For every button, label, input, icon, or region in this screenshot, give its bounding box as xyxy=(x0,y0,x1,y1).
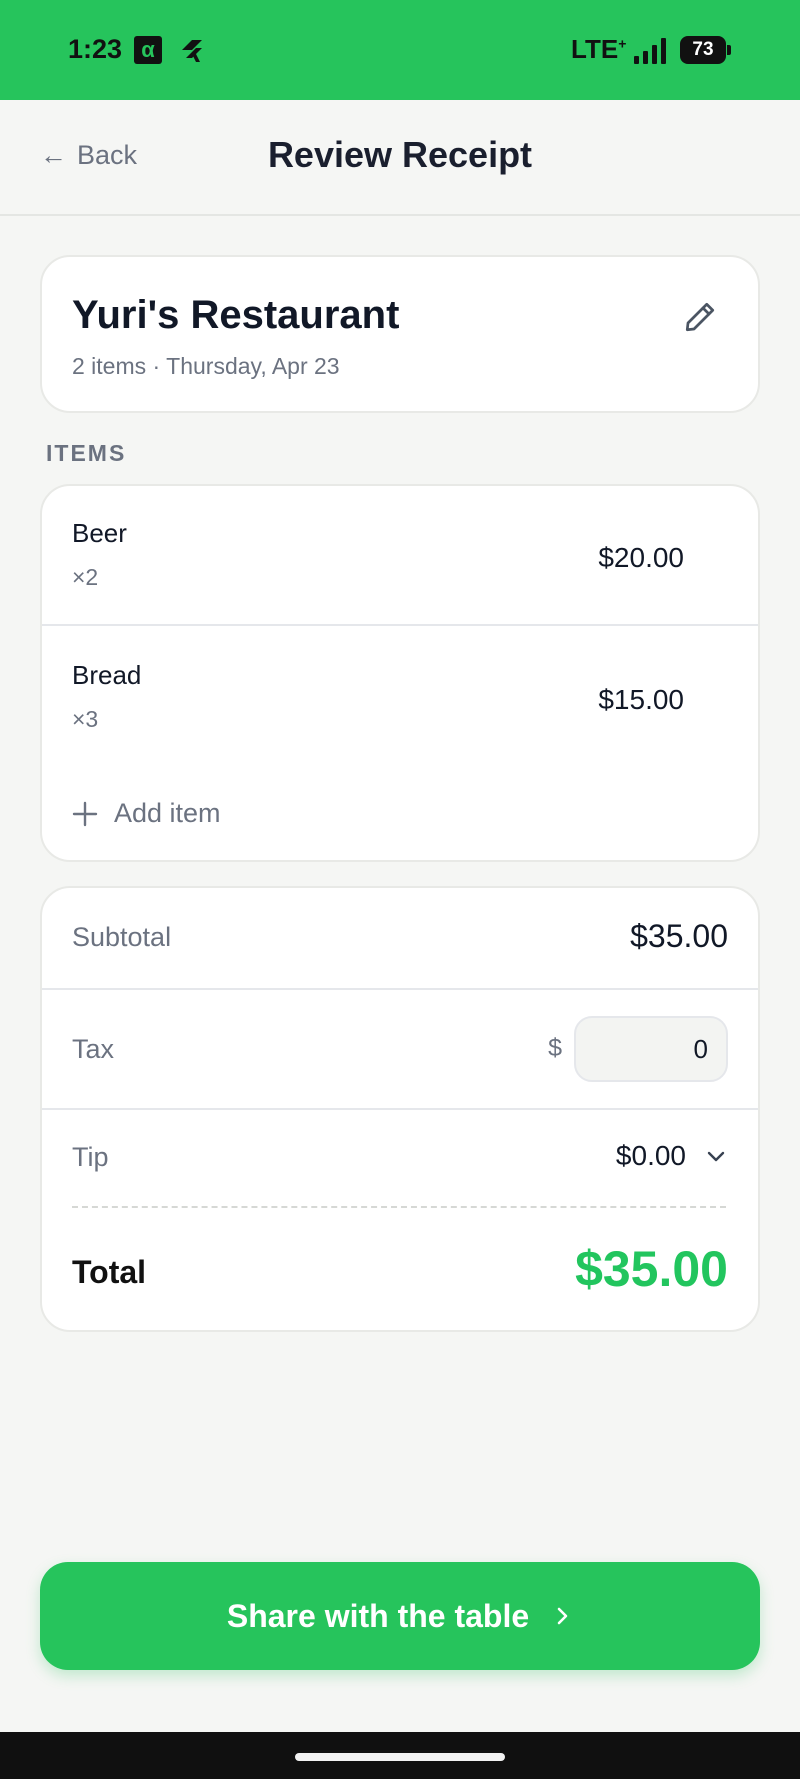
tip-dropdown[interactable]: $0.00 xyxy=(616,1140,728,1172)
items-card: Beer ×2 $20.00 Bread ×3 $15.00 Add item xyxy=(40,484,760,862)
status-bar: 1:23 α LTE+ 73 xyxy=(0,0,800,100)
tip-label: Tip xyxy=(72,1142,109,1172)
item-price: $15.00 xyxy=(598,684,684,715)
app-icon xyxy=(182,40,202,62)
chevron-right-icon xyxy=(557,1607,568,1625)
total-label: Total xyxy=(72,1254,147,1290)
tip-row: Tip $0.00 xyxy=(42,1112,758,1210)
items-section-label: ITEMS xyxy=(46,440,127,466)
tip-value: $0.00 xyxy=(615,1140,686,1171)
subtotal-row: Subtotal $35.00 xyxy=(42,888,758,990)
nav-bar: ← Back Review Receipt xyxy=(0,100,800,216)
item-quantity: ×3 xyxy=(72,706,99,732)
tax-currency-symbol: $ xyxy=(548,1034,562,1062)
totals-card: Subtotal $35.00 Tax $ Tip $0.00 Total $3… xyxy=(40,886,760,1332)
network-label: LTE+ xyxy=(571,34,627,64)
plus-icon xyxy=(72,801,98,826)
tax-label: Tax xyxy=(72,1034,115,1064)
page-title: Review Receipt xyxy=(267,134,533,175)
chevron-down-icon xyxy=(707,1151,725,1162)
receipt-header-card: Yuri's Restaurant 2 items · Thursday, Ap… xyxy=(40,255,760,413)
signal-icon xyxy=(634,38,666,64)
list-item[interactable]: Bread ×3 $15.00 xyxy=(42,628,758,768)
subtotal-value: $35.00 xyxy=(630,918,728,954)
total-value: $35.00 xyxy=(575,1241,728,1297)
item-price: $20.00 xyxy=(598,542,684,573)
tax-input[interactable] xyxy=(574,1016,728,1082)
battery-icon: 73 xyxy=(680,36,732,64)
edit-pencil-icon[interactable] xyxy=(682,299,718,335)
receipt-meta: 2 items · Thursday, Apr 23 xyxy=(72,353,340,379)
status-time: 1:23 xyxy=(68,34,123,64)
item-name: Bread xyxy=(72,660,142,690)
subtotal-label: Subtotal xyxy=(72,922,172,952)
battery-level: 73 xyxy=(680,36,726,64)
tax-row: Tax $ xyxy=(42,992,758,1110)
share-button-label: Share with the table xyxy=(226,1597,530,1634)
divider xyxy=(72,1206,726,1208)
restaurant-name: Yuri's Restaurant xyxy=(72,293,400,337)
share-with-table-button[interactable]: Share with the table xyxy=(40,1562,760,1670)
list-item[interactable]: Beer ×2 $20.00 xyxy=(42,486,758,626)
item-quantity: ×2 xyxy=(72,564,99,590)
add-item-button[interactable]: Add item xyxy=(72,798,221,829)
alpha-icon: α xyxy=(134,36,162,64)
item-name: Beer xyxy=(72,518,127,548)
home-indicator[interactable] xyxy=(295,1753,505,1761)
add-item-label: Add item xyxy=(114,798,221,828)
